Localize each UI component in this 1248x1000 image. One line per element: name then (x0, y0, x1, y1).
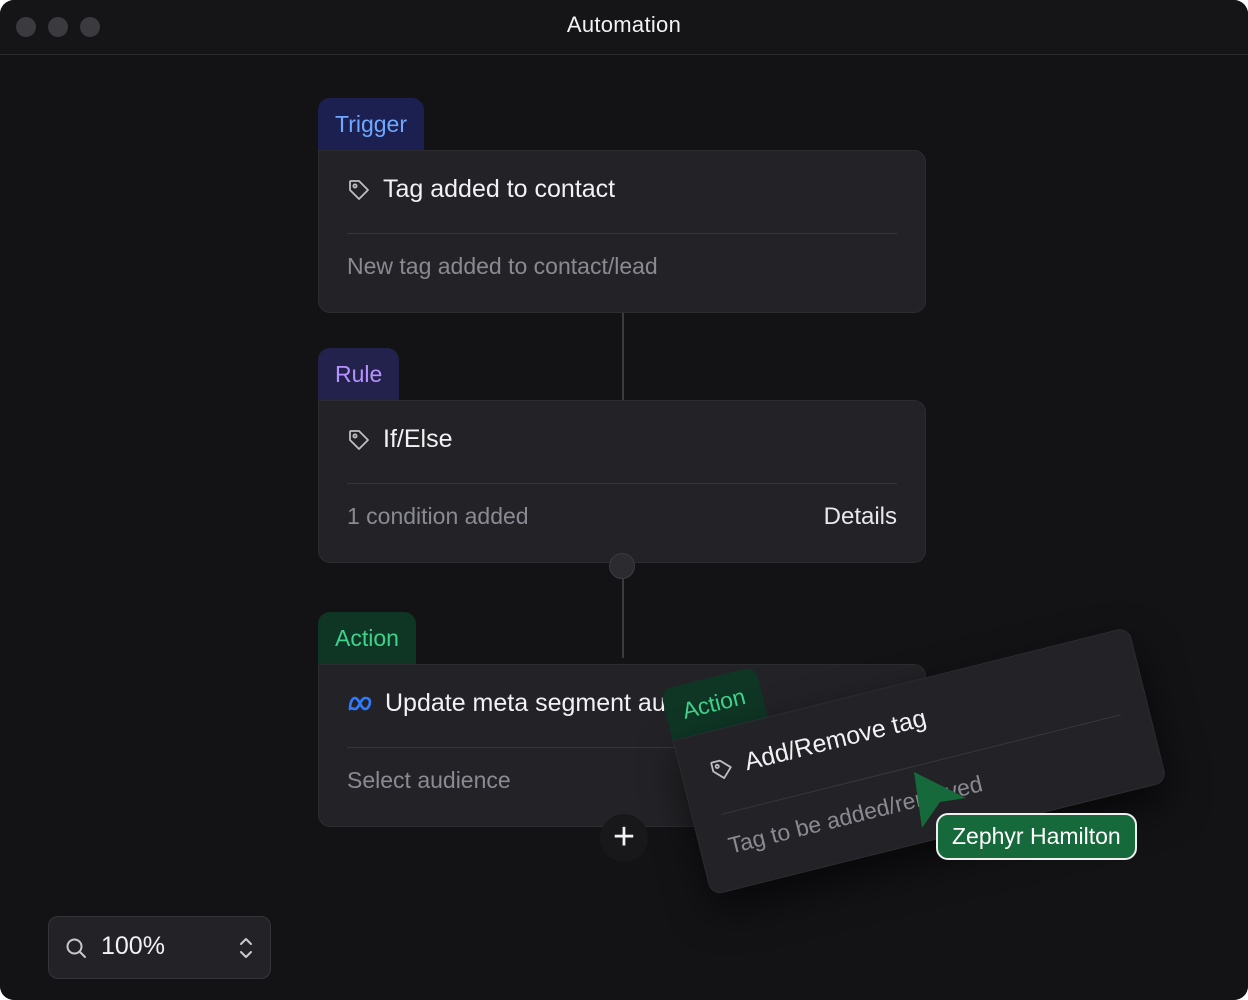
trigger-description: New tag added to contact/lead (347, 253, 658, 279)
tab-action: Action (318, 612, 416, 666)
title-bar: Automation (0, 0, 1248, 55)
trigger-card[interactable]: Tag added to contact New tag added to co… (318, 150, 926, 313)
zoom-control[interactable]: 100% (48, 916, 271, 979)
connector-line (622, 313, 624, 401)
connector-line (622, 578, 624, 658)
zoom-value: 100% (101, 932, 165, 960)
meta-logo-icon (348, 696, 372, 710)
dragged-title: Add/Remove tag (741, 703, 930, 777)
add-step-button[interactable]: + (600, 814, 648, 862)
divider (347, 483, 897, 484)
tag-icon (349, 429, 369, 450)
tag-icon (349, 179, 369, 200)
app-window: Automation Trigger Tag added to contact … (0, 0, 1248, 1000)
search-icon (66, 938, 86, 958)
action-description: Select audience (347, 767, 511, 793)
plus-icon: + (612, 816, 636, 858)
tag-icon (710, 759, 732, 779)
tab-rule: Rule (318, 348, 400, 402)
collaborator-label: Zephyr Hamilton (936, 813, 1137, 860)
rule-title: If/Else (383, 425, 453, 453)
trigger-title: Tag added to contact (383, 175, 616, 203)
branch-node[interactable] (609, 553, 635, 579)
rule-card[interactable]: If/Else 1 condition added Details (318, 400, 926, 563)
divider (347, 233, 897, 234)
tab-trigger: Trigger (318, 98, 424, 152)
window-title: Automation (566, 12, 682, 37)
rule-description: 1 condition added (347, 503, 529, 529)
details-link[interactable]: Details (824, 503, 897, 531)
chevron-up-down-icon[interactable] (238, 935, 254, 961)
